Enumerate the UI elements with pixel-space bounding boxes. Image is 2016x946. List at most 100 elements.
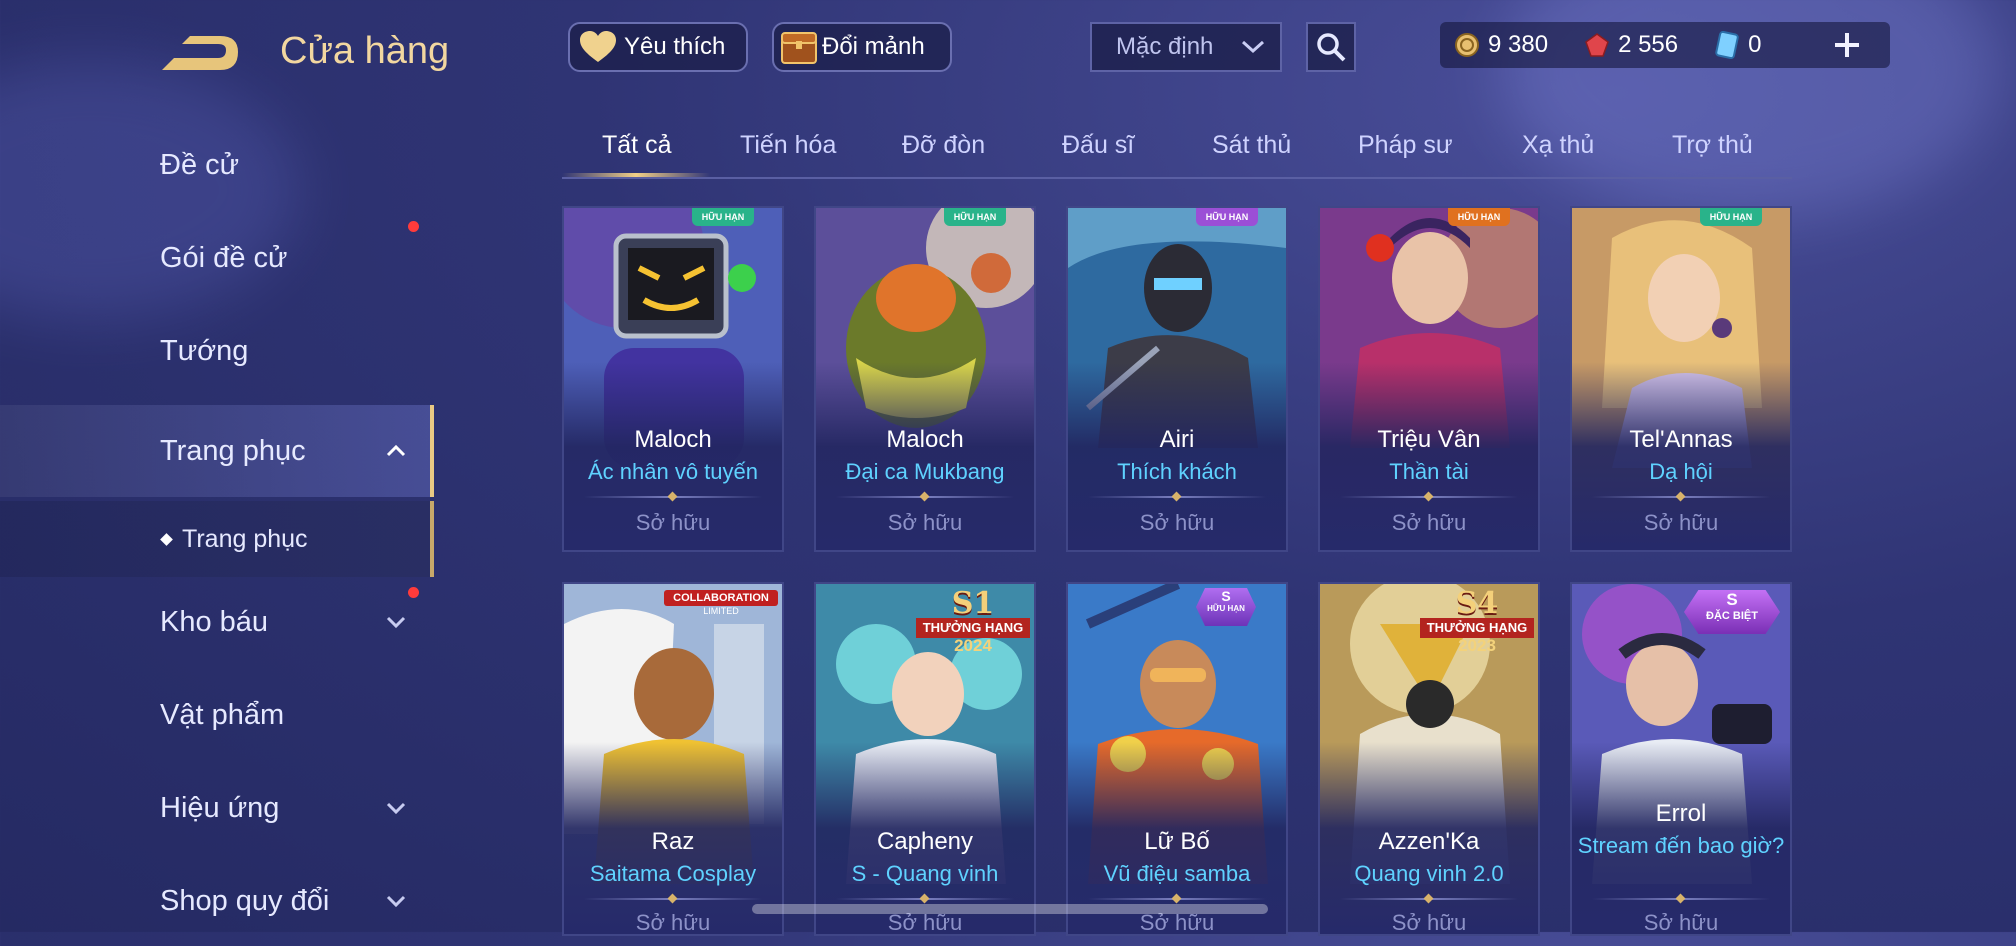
badge-grade: S	[1726, 590, 1738, 609]
season-label: S1	[951, 586, 995, 621]
limited-badge: HỮU HẠN	[944, 208, 1006, 226]
sidebar-item-items[interactable]: Vật phẩm	[0, 670, 434, 760]
owned-status: Sở hữu	[1391, 510, 1467, 535]
tab-all[interactable]: Tất cả	[602, 131, 671, 160]
search-button[interactable]	[1306, 22, 1356, 72]
owned-status: Sở hữu	[635, 510, 711, 535]
sidebar-item-exchange-shop[interactable]: Shop quy đổi	[0, 856, 434, 946]
plus-icon[interactable]	[1832, 30, 1862, 60]
hero-name: Raz	[651, 828, 695, 855]
tab-assassin[interactable]: Sát thủ	[1212, 131, 1291, 160]
rank-reward-badge: S4 THƯỞNG HẠNG 2023	[1420, 586, 1534, 656]
skin-card[interactable]: HỮU HẠN Tel'Annas Dạ hội Sở hữu	[1570, 206, 1792, 552]
owned-status: Sở hữu	[635, 910, 711, 935]
rank-reward-badge: S1 THƯỞNG HẠNG 2024	[916, 586, 1030, 656]
special-s-badge: S ĐẶC BIỆT	[1684, 590, 1780, 634]
tab-tank[interactable]: Đỡ đòn	[902, 131, 985, 160]
tab-evolution[interactable]: Tiến hóa	[740, 131, 836, 160]
hero-name: Triệu Vân	[1377, 426, 1481, 453]
category-tabs: Tất cả Tiến hóa Đỡ đòn Đấu sĩ Sát thủ Ph…	[562, 125, 1792, 179]
sidebar-item-label: Tướng	[160, 334, 249, 367]
hero-name: Errol	[1655, 800, 1707, 827]
skin-name: Saitama Cosplay	[589, 861, 757, 886]
rank-reward-label: THƯỞNG HẠNG	[1420, 618, 1534, 638]
sidebar: Đề cử Gói đề cử Tướng Trang phục Trang p…	[0, 120, 434, 932]
hero-name: Lữ Bố	[1144, 828, 1210, 855]
notification-dot	[408, 221, 419, 232]
owned-status: Sở hữu	[1643, 910, 1719, 935]
sidebar-item-recommended[interactable]: Đề cử	[0, 120, 434, 210]
sidebar-item-heroes[interactable]: Tướng	[0, 306, 434, 396]
limited-badge: HỮU HẠN	[1700, 208, 1762, 226]
badge-grade: S	[1221, 588, 1231, 604]
tab-fighter[interactable]: Đấu sĩ	[1062, 131, 1134, 160]
owned-status: Sở hữu	[1643, 510, 1719, 535]
skin-card[interactable]: HỮU HẠN Maloch Đại ca Mukbang Sở hữu	[814, 206, 1036, 552]
active-tab-indicator	[562, 173, 710, 177]
rank-reward-label: THƯỞNG HẠNG	[916, 618, 1030, 638]
sidebar-item-effects[interactable]: Hiệu ứng	[0, 763, 434, 853]
sidebar-item-treasure[interactable]: Kho báu	[0, 577, 434, 667]
exchange-shards-button[interactable]: Đổi mảnh	[772, 22, 952, 72]
hero-name: Airi	[1159, 426, 1195, 453]
exchange-shards-label: Đổi mảnh	[822, 33, 925, 60]
skin-card[interactable]: S1 THƯỞNG HẠNG 2024 Capheny S - Quang vi…	[814, 582, 1036, 936]
favorites-label: Yêu thích	[624, 33, 726, 60]
tab-mage[interactable]: Pháp sư	[1358, 131, 1453, 160]
skin-card[interactable]: HỮU HẠN Airi Thích khách Sở hữu	[1066, 206, 1288, 552]
skin-name: S - Quang vinh	[851, 861, 999, 886]
skin-name: Thích khách	[1117, 459, 1237, 484]
voucher-value: 0	[1748, 31, 1762, 58]
sidebar-subitem-skins[interactable]: Trang phục	[0, 501, 434, 577]
chevron-up-icon	[386, 444, 406, 457]
skin-name: Ác nhân vô tuyến	[587, 459, 758, 484]
skin-card[interactable]: HỮU HẠN Triệu Vân Thần tài Sở hữu	[1318, 206, 1540, 552]
skin-card[interactable]: S ĐẶC BIỆT Errol Stream đến bao giờ? Sở …	[1570, 582, 1792, 936]
currency-bar: 9 380 2 556 0	[1440, 22, 1890, 68]
owned-status: Sở hữu	[1391, 910, 1467, 935]
skin-card[interactable]: HỮU HẠN Maloch Ác nhân vô tuyến Sở hữu	[562, 206, 784, 552]
hero-name: Tel'Annas	[1629, 426, 1733, 453]
tab-marksman[interactable]: Xạ thủ	[1522, 131, 1594, 160]
sidebar-item-label: Gói đề cử	[160, 241, 288, 274]
chevron-down-icon	[386, 616, 406, 629]
skin-card[interactable]: S HỮU HẠN Lữ Bố Vũ điệu samba Sở hữu	[1066, 582, 1288, 936]
page-title: Cửa hàng	[280, 30, 450, 72]
skin-card[interactable]: COLLABORATION LIMITED Raz Saitama Cospla…	[562, 582, 784, 936]
ruby-icon	[1585, 33, 1609, 57]
treasure-chest-icon	[781, 32, 817, 64]
rank-year: 2024	[954, 636, 992, 655]
tab-support[interactable]: Trợ thủ	[1672, 131, 1753, 160]
sidebar-item-skins[interactable]: Trang phục	[0, 405, 434, 497]
sidebar-item-label: Hiệu ứng	[160, 791, 280, 824]
chevron-down-icon	[386, 895, 406, 908]
hero-name: Capheny	[876, 828, 974, 855]
skin-name: Đại ca Mukbang	[845, 459, 1005, 484]
search-icon	[1317, 33, 1346, 62]
back-button[interactable]	[160, 32, 242, 74]
sidebar-item-label: Trang phục	[182, 524, 308, 553]
skin-name: Vũ điệu samba	[1103, 861, 1251, 886]
sidebar-item-label: Trang phục	[160, 434, 306, 467]
sort-dropdown[interactable]: Mặc định	[1090, 22, 1282, 72]
gold-coin-icon	[1455, 33, 1479, 57]
sort-selected-value: Mặc định	[1116, 33, 1214, 60]
sidebar-item-label: Kho báu	[160, 605, 269, 638]
skin-card[interactable]: S4 THƯỞNG HẠNG 2023 Azzen'Ka Quang vinh …	[1318, 582, 1540, 936]
skin-name: Dạ hội	[1649, 459, 1713, 484]
ruby-balance: 2 556	[1584, 31, 1678, 59]
ruby-value: 2 556	[1618, 31, 1679, 58]
limited-badge: HỮU HẠN	[1448, 208, 1510, 226]
collaboration-badge-title: COLLABORATION	[664, 590, 778, 606]
home-indicator-bar[interactable]	[752, 904, 1268, 914]
rank-year: 2023	[1458, 636, 1496, 655]
skin-name: Stream đến bao giờ?	[1577, 833, 1785, 858]
collaboration-badge: COLLABORATION LIMITED	[664, 590, 778, 620]
heart-icon	[580, 31, 616, 62]
sidebar-item-label: Shop quy đổi	[160, 884, 330, 917]
favorites-button[interactable]: Yêu thích	[568, 22, 748, 72]
voucher-balance: 0	[1714, 31, 1761, 59]
season-label: S4	[1455, 586, 1499, 621]
sidebar-item-bundles[interactable]: Gói đề cử	[0, 213, 434, 303]
owned-status: Sở hữu	[1139, 510, 1215, 535]
